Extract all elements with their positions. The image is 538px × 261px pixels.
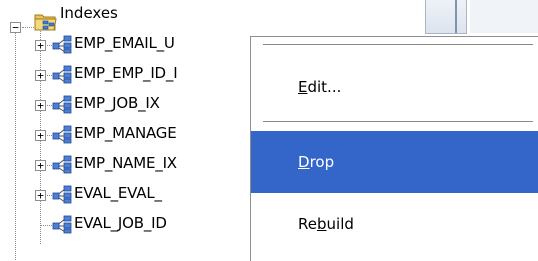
menu-item-label: Re: [298, 215, 317, 233]
menu-item-label: rop: [309, 153, 335, 171]
collapse-toggle[interactable]: −: [10, 22, 21, 33]
menu-separator: [263, 121, 533, 123]
expand-toggle[interactable]: +: [35, 130, 46, 141]
menu-item-rebuild[interactable]: Rebuild: [251, 193, 538, 255]
folder-label-indexes[interactable]: Indexes: [60, 4, 118, 22]
menu-item-mnemonic: b: [316, 215, 327, 233]
index-icon: [52, 124, 74, 144]
index-icon: [52, 184, 74, 204]
tree-item-label[interactable]: EVAL_EVAL_: [74, 184, 162, 202]
tree-connector-line: [15, 26, 16, 260]
index-icon: [52, 94, 74, 114]
tree-item-label[interactable]: EMP_JOB_IX: [74, 94, 160, 112]
expand-toggle[interactable]: +: [35, 70, 46, 81]
menu-item-edit[interactable]: Edit...: [251, 56, 538, 118]
tree-connector-line: [22, 27, 34, 28]
menu-item-drop[interactable]: Drop: [251, 131, 538, 193]
menu-item-mnemonic: D: [298, 153, 310, 171]
index-icon: [52, 64, 74, 84]
tree-item-label[interactable]: EMP_NAME_IX: [74, 154, 177, 172]
panel-header: [470, 0, 538, 33]
expand-toggle[interactable]: +: [35, 160, 46, 171]
tree-item-label[interactable]: EMP_MANAGE: [74, 124, 177, 142]
folder-index-icon: [34, 10, 57, 31]
tree-item-label[interactable]: EMP_EMAIL_U: [74, 34, 175, 52]
navigator-tree: − Indexes + EMP_EMAIL_U + EMP_EMP_ID_I + EMP_…: [0, 0, 538, 261]
expand-toggle[interactable]: +: [35, 100, 46, 111]
index-icon: [52, 214, 74, 234]
panel-splitter[interactable]: [425, 0, 467, 34]
menu-separator: [263, 44, 533, 46]
expand-toggle[interactable]: +: [35, 40, 46, 51]
index-icon: [52, 154, 74, 174]
tree-item-label[interactable]: EMP_EMP_ID_I: [74, 64, 178, 82]
expand-toggle[interactable]: +: [35, 190, 46, 201]
menu-item-label: uild: [326, 215, 354, 233]
index-icon: [52, 34, 74, 54]
context-menu: Edit... Drop Rebuild: [250, 36, 538, 261]
tree-item-label[interactable]: EVAL_JOB_ID: [74, 214, 167, 232]
menu-item-label: dit...: [307, 78, 342, 96]
